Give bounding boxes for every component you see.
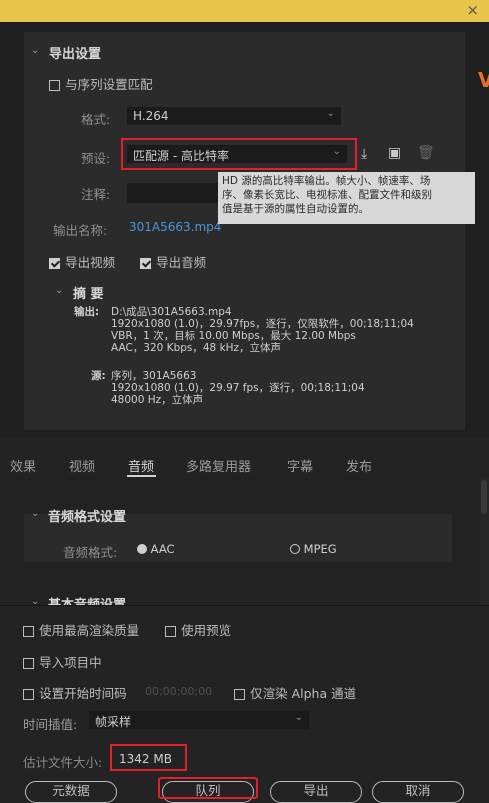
tooltip-line: HD 源的高比特率输出。帧大小、帧速率、场 (222, 175, 431, 187)
format-dropdown[interactable]: H.264 ⌄ (127, 107, 341, 125)
chevron-down-icon[interactable]: ⌄ (31, 45, 39, 56)
preset-tooltip: HD 源的高比特率输出。帧大小、帧速率、场 序、像素长宽比、电视标准、配置文件和… (218, 172, 475, 224)
use-previews-label: 使用预览 (181, 623, 232, 638)
checkbox-icon[interactable] (49, 80, 60, 91)
chevron-down-icon[interactable]: ⌄ (55, 285, 63, 296)
audio-format-mpeg-radio[interactable]: MPEG (290, 542, 337, 556)
summary-line: 1920x1080 (1.0)，29.97fps，逐行，仅限软件，00;18;1… (111, 318, 414, 330)
audio-format-aac-radio[interactable]: AAC (137, 542, 175, 556)
export-audio-label: 导出音频 (156, 255, 207, 270)
tab-captions[interactable]: 字幕 (287, 456, 313, 475)
output-name-link[interactable]: 301A5663.mp4 (129, 220, 221, 234)
tooltip-line: 序、像素长宽比、电视标准、配置文件和级别 (222, 189, 432, 201)
export-settings-title: 导出设置 (49, 47, 102, 62)
checkbox-checked-icon[interactable] (140, 258, 151, 269)
radio-selected-icon[interactable] (137, 544, 147, 554)
start-timecode-value[interactable]: 00;00;00;00 (145, 685, 212, 698)
metadata-button[interactable]: 元数据 (25, 781, 117, 803)
use-previews-checkbox[interactable]: 使用预览 (165, 620, 231, 639)
cancel-button[interactable]: 取消 (372, 781, 464, 803)
match-sequence-label: 与序列设置匹配 (65, 77, 153, 92)
tab-video[interactable]: 视频 (69, 456, 95, 475)
estimated-size-highlight-box (110, 744, 187, 771)
mpeg-label: MPEG (303, 542, 337, 556)
preset-highlight-box (121, 138, 357, 170)
title-bar: × (0, 0, 489, 22)
format-label: 格式: (81, 112, 111, 127)
set-start-timecode-checkbox[interactable]: 设置开始时间码 (23, 683, 127, 702)
tab-effects[interactable]: 效果 (10, 456, 36, 475)
audio-format-label: 音频格式: (63, 545, 118, 560)
render-alpha-only-label: 仅渲染 Alpha 通道 (250, 686, 357, 701)
active-tab-indicator (127, 475, 156, 477)
match-sequence-checkbox[interactable]: 与序列设置匹配 (49, 74, 153, 93)
comment-label: 注释: (81, 187, 111, 202)
estimated-size-label: 估计文件大小: (23, 755, 103, 770)
export-video-checkbox[interactable]: 导出视频 (49, 252, 115, 271)
checkbox-checked-icon[interactable] (49, 258, 60, 269)
checkbox-icon[interactable] (23, 689, 34, 700)
export-button[interactable]: 导出 (270, 781, 362, 803)
summary-line: 1920x1080 (1.0)，29.97 fps，逐行，00;18;11;04 (111, 382, 365, 394)
preset-label: 预设: (81, 151, 111, 166)
settings-tabs: 效果 视频 音频 多路复用器 字幕 发布 (0, 447, 489, 477)
radio-unselected-icon[interactable] (290, 544, 300, 554)
chevron-down-icon: ⌄ (326, 108, 335, 119)
summary-source-lines: 序列，301A5663 1920x1080 (1.0)，29.97 fps，逐行… (111, 370, 365, 406)
chevron-down-icon[interactable]: ⌄ (31, 508, 39, 519)
summary-output-label: 输出: (74, 306, 100, 318)
summary-title: 摘 要 (73, 287, 104, 302)
save-preset-icon[interactable]: ⤓ (361, 146, 367, 162)
import-preset-icon[interactable]: ▣ (388, 145, 401, 161)
tab-multiplexer[interactable]: 多路复用器 (186, 456, 251, 475)
time-interpolation-label: 时间插值: (23, 717, 78, 732)
set-start-timecode-label: 设置开始时间码 (39, 686, 127, 701)
tab-audio[interactable]: 音频 (128, 456, 154, 475)
checkbox-icon[interactable] (165, 626, 176, 637)
time-interpolation-dropdown[interactable]: 帧采样 ⌄ (89, 711, 309, 729)
brand-mark-icon: V (478, 68, 489, 92)
export-audio-checkbox[interactable]: 导出音频 (140, 252, 206, 271)
audio-format-settings-title: 音频格式设置 (48, 510, 127, 525)
time-interpolation-value: 帧采样 (95, 715, 132, 729)
settings-scrollbar[interactable] (480, 478, 489, 605)
checkbox-icon[interactable] (23, 626, 34, 637)
max-render-quality-checkbox[interactable]: 使用最高渲染质量 (23, 620, 139, 639)
summary-line: D:\成品\301A5663.mp4 (111, 306, 232, 318)
summary-output-lines: D:\成品\301A5663.mp4 1920x1080 (1.0)，29.97… (111, 306, 414, 354)
max-render-quality-label: 使用最高渲染质量 (39, 623, 140, 638)
render-alpha-only-checkbox[interactable]: 仅渲染 Alpha 通道 (234, 683, 356, 702)
output-name-label: 输出名称: (53, 223, 108, 238)
queue-highlight-box (158, 777, 258, 799)
close-icon[interactable]: × (466, 1, 479, 19)
tab-publish[interactable]: 发布 (346, 456, 372, 475)
checkbox-icon[interactable] (23, 658, 34, 669)
import-into-project-label: 导入项目中 (39, 655, 102, 670)
summary-line: AAC，320 Kbps，48 kHz，立体声 (111, 342, 282, 354)
import-into-project-checkbox[interactable]: 导入项目中 (23, 652, 102, 671)
format-value: H.264 (133, 109, 169, 123)
aac-label: AAC (150, 542, 175, 556)
tooltip-line: 值是基于源的属性自动设置的。 (222, 203, 369, 215)
export-video-label: 导出视频 (65, 255, 116, 270)
summary-source-label: 源: (91, 370, 106, 382)
summary-line: 序列，301A5663 (111, 370, 197, 382)
comment-input[interactable] (127, 183, 219, 203)
chevron-down-icon: ⌄ (294, 712, 303, 723)
checkbox-icon[interactable] (234, 689, 245, 700)
delete-preset-icon[interactable]: 🗑 (417, 145, 435, 161)
summary-line: 48000 Hz，立体声 (111, 394, 204, 406)
summary-line: VBR，1 次，目标 10.00 Mbps，最大 12.00 Mbps (111, 330, 356, 342)
scrollbar-thumb[interactable] (481, 480, 487, 514)
